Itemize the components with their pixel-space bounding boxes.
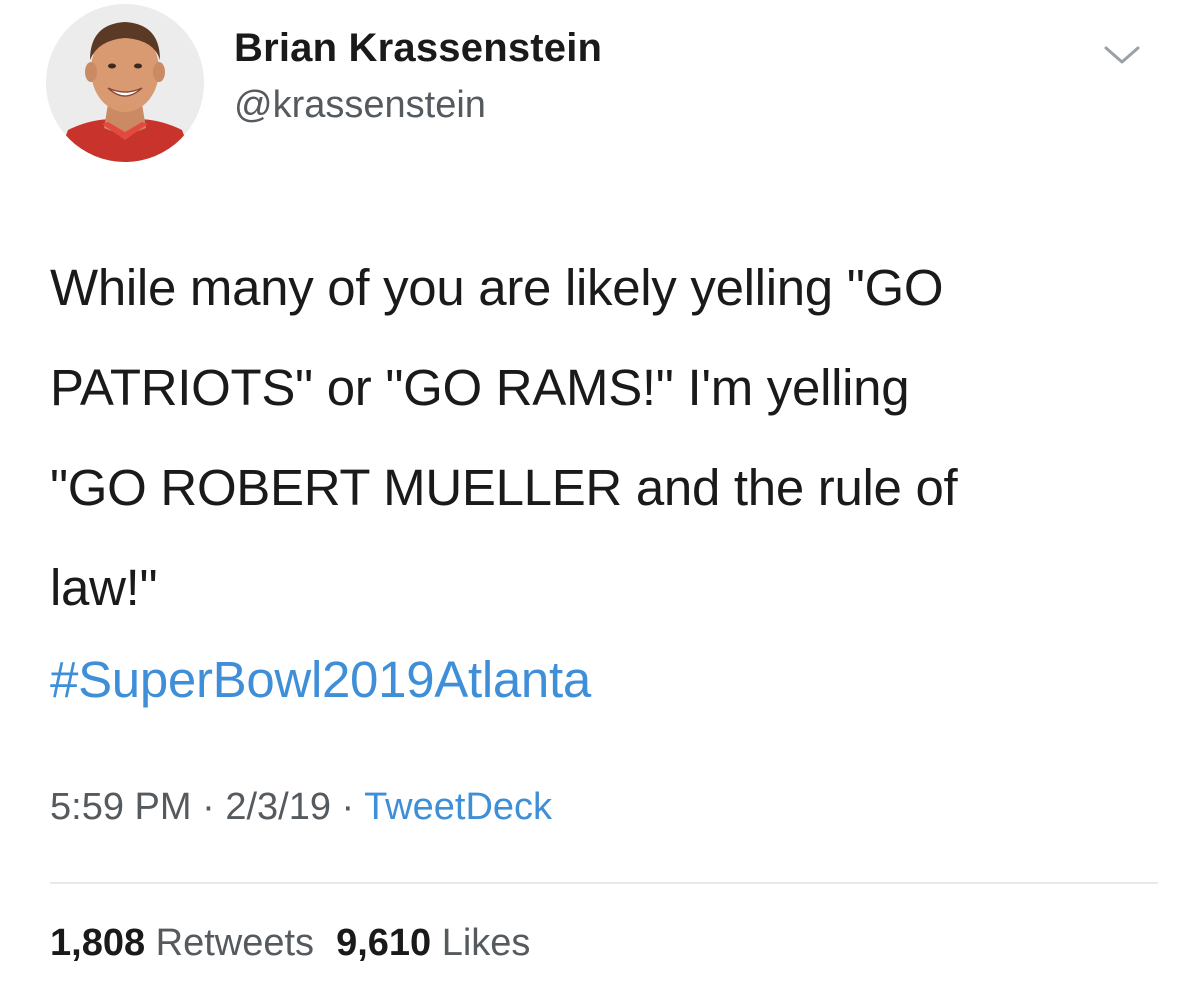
tweet-meta: 5:59 PM · 2/3/19 · TweetDeck: [50, 786, 552, 829]
tweet-text-line: law!": [50, 559, 158, 616]
tweet-card: Brian Krassenstein @krassenstein While m…: [0, 0, 1179, 994]
tweet-source-link[interactable]: TweetDeck: [364, 786, 552, 828]
tweet-date[interactable]: 2/3/19: [225, 786, 331, 828]
likes-count: 9,610: [336, 922, 432, 964]
tweet-text: While many of you are likely yelling "GO…: [50, 238, 1150, 638]
hashtag-link[interactable]: #SuperBowl2019Atlanta: [50, 650, 591, 709]
profile-photo-icon: [46, 4, 204, 162]
likes-label: Likes: [441, 922, 531, 964]
likes-stat[interactable]: 9,610 Likes: [336, 922, 530, 964]
divider: [50, 882, 1158, 884]
tweet-text-line: "GO ROBERT MUELLER and the rule of: [50, 459, 958, 516]
avatar[interactable]: [46, 4, 204, 162]
tweet-stats: 1,808 Retweets 9,610 Likes: [50, 922, 530, 965]
meta-separator: ·: [330, 786, 365, 828]
tweet-text-line: While many of you are likely yelling "GO: [50, 259, 944, 316]
retweets-stat[interactable]: 1,808 Retweets: [50, 922, 314, 964]
tweet-time[interactable]: 5:59 PM: [50, 786, 192, 828]
author-handle[interactable]: @krassenstein: [234, 84, 486, 127]
retweets-count: 1,808: [50, 922, 146, 964]
author-name[interactable]: Brian Krassenstein: [234, 26, 602, 71]
retweets-label: Retweets: [155, 922, 315, 964]
chevron-down-icon[interactable]: [1102, 42, 1142, 68]
meta-separator: ·: [191, 786, 226, 828]
tweet-text-line: PATRIOTS" or "GO RAMS!" I'm yelling: [50, 359, 910, 416]
